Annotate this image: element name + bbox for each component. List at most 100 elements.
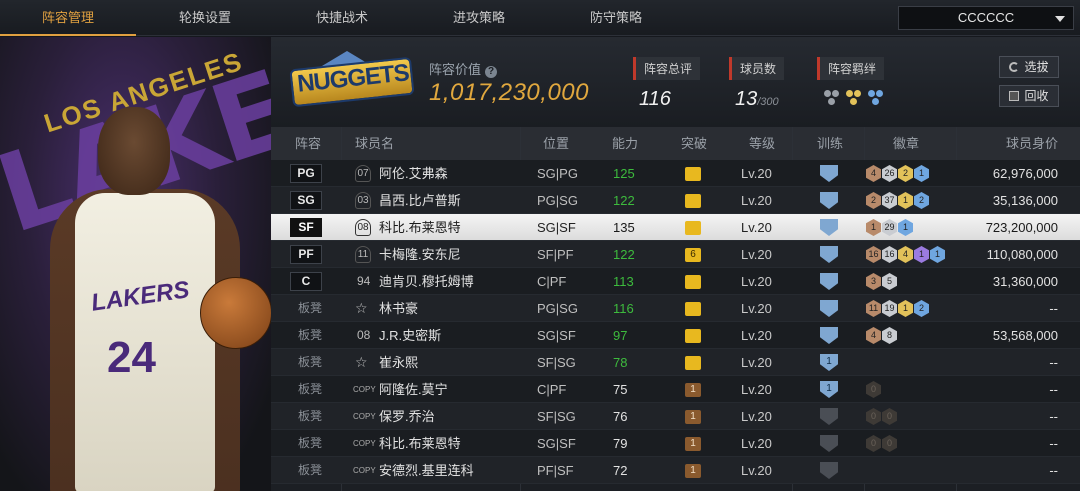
player-ability: 113 [613, 274, 634, 289]
crown-icon[interactable] [685, 302, 701, 316]
slot-badge[interactable]: PG [290, 164, 322, 183]
select-button[interactable]: 选拔 [999, 56, 1059, 78]
table-row[interactable]: SF 08 科比.布莱恩特 SG|SF 135 Lv.20 1 29 1 723,200,000 [271, 214, 1080, 241]
badge-hex-icon[interactable]: 0 [866, 435, 881, 452]
player-name[interactable]: 林书豪 [379, 295, 418, 322]
lineup-dropdown[interactable]: CCCCCC [898, 6, 1074, 30]
synergy-gray-icon[interactable] [823, 88, 841, 106]
badge-hex-icon[interactable]: 2 [914, 300, 929, 317]
badge-hex-icon[interactable]: 3 [866, 273, 881, 290]
help-icon[interactable]: ? [485, 66, 498, 78]
slot-badge[interactable]: PF [290, 245, 322, 264]
crown-icon[interactable] [685, 329, 701, 343]
badge-hex-icon[interactable]: 5 [882, 273, 897, 290]
table-row[interactable]: 板凳 COPY 阿隆佐.莫宁 C|PF 75 1 Lv.20 1 0 -- [271, 376, 1080, 403]
badge-hex-icon[interactable]: 0 [882, 435, 897, 452]
lineup-summary: NUGGETS 阵容价值? 1,017,230,000 阵容总评 116 球员数… [271, 37, 1080, 127]
copy-tag: COPY [353, 385, 376, 394]
tab-offense[interactable]: 进攻策略 [411, 0, 547, 36]
badge-hex-icon[interactable]: 2 [898, 165, 913, 182]
tab-defense[interactable]: 防守策略 [548, 0, 684, 36]
crown-icon[interactable] [685, 221, 701, 235]
crown-icon[interactable]: 1 [685, 383, 701, 397]
training-shield-icon[interactable]: 1 [820, 381, 838, 398]
training-shield-icon[interactable] [820, 435, 838, 452]
slot-badge[interactable]: SG [290, 191, 322, 210]
crown-icon[interactable]: 6 [685, 248, 701, 262]
badge-hex-icon[interactable]: 16 [866, 246, 881, 263]
badge-hex-icon[interactable]: 16 [882, 246, 897, 263]
badge-hex-icon[interactable]: 2 [866, 192, 881, 209]
tab-rotation[interactable]: 轮换设置 [137, 0, 273, 36]
crown-icon[interactable] [685, 194, 701, 208]
tab-quick-tactics[interactable]: 快捷战术 [274, 0, 410, 36]
training-shield-icon[interactable] [820, 165, 838, 182]
crown-icon[interactable]: 1 [685, 410, 701, 424]
synergy-blue-icon[interactable] [867, 88, 885, 106]
badge-hex-icon[interactable]: 29 [882, 219, 897, 236]
badge-hex-icon[interactable]: 4 [866, 327, 881, 344]
badge-hex-icon[interactable]: 11 [866, 300, 881, 317]
player-name[interactable]: 卡梅隆.安东尼 [379, 241, 461, 268]
crown-icon[interactable] [685, 167, 701, 181]
player-name[interactable]: 迪肯贝.穆托姆博 [379, 268, 474, 295]
badge-hex-icon[interactable]: 1 [866, 219, 881, 236]
table-row[interactable]: PF 11 卡梅隆.安东尼 SF|PF 122 6 Lv.20 16 16 4 1 1 110,080,… [271, 241, 1080, 268]
table-row[interactable]: 板凳 ☆ 崔永熙 SF|SG 78 Lv.20 1 -- [271, 349, 1080, 376]
table-row[interactable]: 板凳 08 J.R.史密斯 SG|SF 97 Lv.20 4 8 53,568,000 [271, 322, 1080, 349]
training-shield-icon[interactable] [820, 408, 838, 425]
synergy-label: 阵容羁绊 [817, 57, 885, 80]
badge-hex-icon[interactable]: 0 [866, 408, 881, 425]
table-row[interactable]: 板凳 COPY 科比.布莱恩特 SG|SF 79 1 Lv.20 0 0 -- [271, 430, 1080, 457]
synergy-gold-icon[interactable] [845, 88, 863, 106]
table-row[interactable]: PG 07 阿伦.艾弗森 SG|PG 125 Lv.20 4 26 2 1 62,976,000 [271, 160, 1080, 187]
player-name[interactable]: 阿隆佐.莫宁 [379, 376, 448, 403]
training-shield-icon[interactable] [820, 273, 838, 290]
table-row[interactable]: 板凳 COPY 保罗.乔治 SF|SG 76 1 Lv.20 0 0 -- [271, 403, 1080, 430]
player-name[interactable]: 科比.布莱恩特 [379, 214, 461, 241]
slot-badge[interactable]: C [290, 272, 322, 291]
badge-hex-icon[interactable]: 1 [914, 165, 929, 182]
player-level: Lv.20 [741, 436, 772, 451]
training-shield-icon[interactable] [820, 327, 838, 344]
crown-icon[interactable] [685, 275, 701, 289]
player-name[interactable]: 崔永熙 [379, 349, 418, 376]
training-shield-icon[interactable] [820, 246, 838, 263]
badge-hex-icon[interactable]: 1 [898, 219, 913, 236]
badge-hex-icon[interactable]: 37 [882, 192, 897, 209]
badge-hex-icon[interactable]: 8 [882, 327, 897, 344]
badge-hex-icon[interactable]: 1 [930, 246, 945, 263]
slot-badge[interactable]: SF [290, 218, 322, 237]
player-name[interactable]: 阿伦.艾弗森 [379, 160, 448, 187]
table-row[interactable]: C 94 迪肯贝.穆托姆博 C|PF 113 Lv.20 3 5 31,360,000 [271, 268, 1080, 295]
recycle-button[interactable]: 回收 [999, 85, 1059, 107]
badge-hex-icon[interactable]: 4 [898, 246, 913, 263]
player-name[interactable]: J.R.史密斯 [379, 322, 441, 349]
crown-icon[interactable]: 1 [685, 437, 701, 451]
badge-hex-icon[interactable]: 26 [882, 165, 897, 182]
badge-hex-icon[interactable]: 19 [882, 300, 897, 317]
badge-hex-icon[interactable]: 2 [914, 192, 929, 209]
crown-icon[interactable] [685, 356, 701, 370]
tab-lineup[interactable]: 阵容管理 [0, 0, 136, 36]
player-name[interactable]: 科比.布莱恩特 [379, 430, 461, 457]
crown-icon[interactable]: 1 [685, 464, 701, 478]
table-row[interactable]: 板凳 COPY 安德烈.基里连科 PF|SF 72 1 Lv.20 -- [271, 457, 1080, 484]
player-name[interactable]: 昌西.比卢普斯 [379, 187, 461, 214]
badge-hex-icon[interactable]: 0 [882, 408, 897, 425]
training-shield-icon[interactable] [820, 462, 838, 479]
table-row[interactable]: 板凳 ☆ 林书豪 PG|SG 116 Lv.20 11 19 1 2 -- [271, 295, 1080, 322]
training-shield-icon[interactable]: 1 [820, 354, 838, 371]
value-label: 阵容价值? [429, 59, 498, 78]
table-row[interactable]: SG 03 昌西.比卢普斯 PG|SG 122 Lv.20 2 37 1 2 35,136,000 [271, 187, 1080, 214]
badge-hex-icon[interactable]: 1 [898, 192, 913, 209]
training-shield-icon[interactable] [820, 192, 838, 209]
badge-hex-icon[interactable]: 0 [866, 381, 881, 398]
training-shield-icon[interactable] [820, 300, 838, 317]
player-name[interactable]: 保罗.乔治 [379, 403, 435, 430]
player-name[interactable]: 安德烈.基里连科 [379, 457, 474, 484]
badge-hex-icon[interactable]: 4 [866, 165, 881, 182]
badge-hex-icon[interactable]: 1 [914, 246, 929, 263]
badge-hex-icon[interactable]: 1 [898, 300, 913, 317]
training-shield-icon[interactable] [820, 219, 838, 236]
